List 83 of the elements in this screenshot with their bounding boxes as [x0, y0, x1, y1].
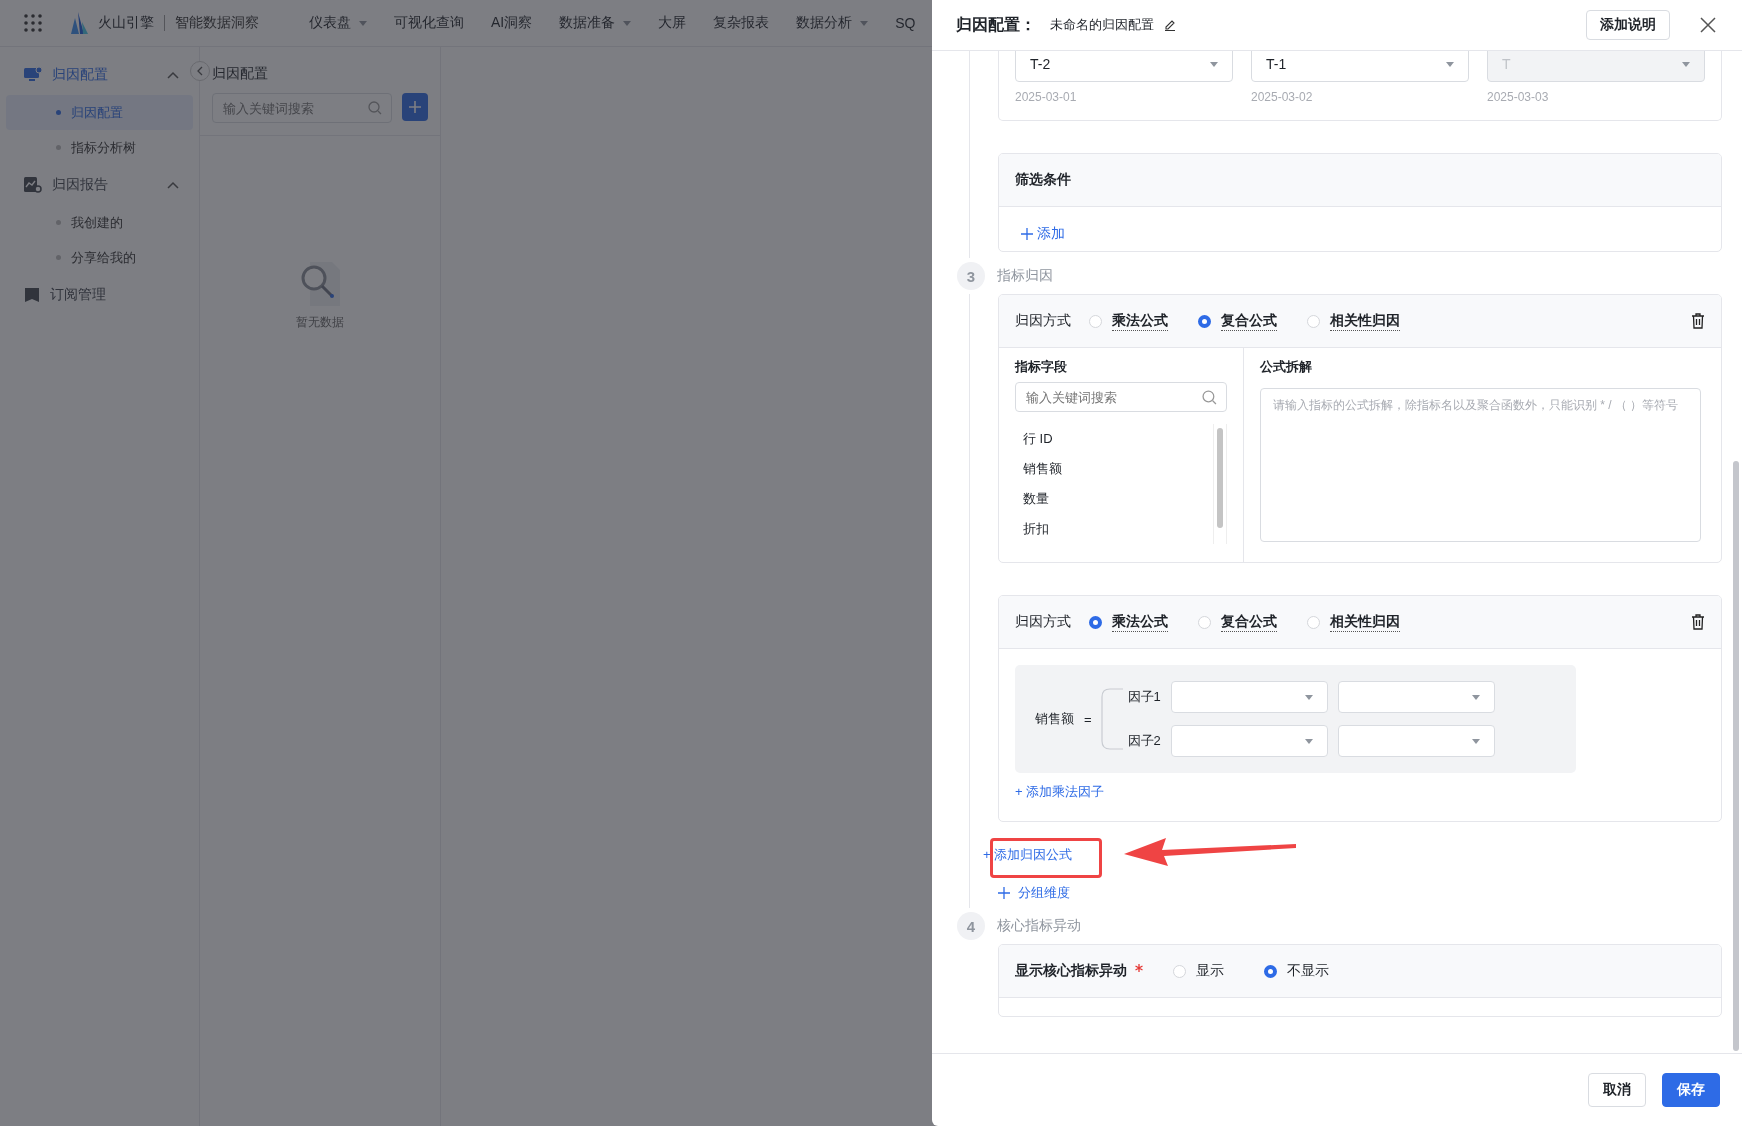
step-number: 4 — [957, 912, 985, 940]
delete-icon[interactable] — [1691, 313, 1705, 329]
chart-document-icon — [24, 177, 42, 193]
group-dimension-link[interactable]: 分组维度 — [998, 884, 1070, 902]
product-name: 智能数据洞察 — [175, 14, 259, 32]
nav-menu-item[interactable]: AI洞察 — [491, 14, 533, 32]
bookmark-icon — [24, 287, 40, 303]
factor-select[interactable] — [1170, 725, 1328, 757]
factor-select[interactable] — [1170, 681, 1328, 713]
step-number: 3 — [957, 262, 985, 290]
close-icon[interactable] — [1700, 17, 1716, 33]
add-factor-link[interactable]: + 添加乘法因子 — [1015, 783, 1105, 801]
save-button[interactable]: 保存 — [1662, 1073, 1720, 1107]
logo-icon — [68, 12, 88, 34]
delete-icon[interactable] — [1691, 614, 1705, 630]
add-button[interactable] — [402, 93, 428, 121]
metric-name: 销售额 — [1035, 710, 1074, 728]
period-date: 2025-03-02 — [1251, 90, 1314, 104]
nav-menu-item[interactable]: 仪表盘 — [309, 14, 367, 32]
add-filter-link[interactable]: 添加 — [1021, 225, 1065, 243]
plus-icon — [998, 887, 1010, 899]
anomaly-radio[interactable]: 不显示 — [1264, 962, 1329, 980]
field-list-item[interactable]: 数量 — [1023, 484, 1213, 514]
cancel-button[interactable]: 取消 — [1588, 1073, 1646, 1107]
monitor-icon — [24, 67, 42, 83]
method-radio[interactable]: 复合公式 — [1198, 311, 1277, 331]
edit-icon[interactable] — [1164, 19, 1176, 31]
nav-menu-item[interactable]: SQ — [895, 14, 916, 32]
section-title: 筛选条件 — [1015, 171, 1071, 189]
search-icon — [1202, 390, 1217, 405]
chevron-icon — [167, 71, 179, 79]
field-label: 指标字段 — [1015, 358, 1068, 376]
method-radio[interactable]: 乘法公式 — [1089, 311, 1168, 331]
step-title: 核心指标异动 — [997, 917, 1081, 935]
field-list-item[interactable]: 行 ID — [1023, 424, 1213, 454]
factor-select[interactable] — [1337, 681, 1495, 713]
step-title: 指标归因 — [997, 267, 1053, 285]
add-formula-link[interactable]: + 添加归因公式 — [983, 846, 1073, 864]
field-label: 归因方式 — [1015, 613, 1071, 631]
nav-menu-item[interactable]: 数据准备 — [559, 14, 632, 32]
field-list-item[interactable]: 销售额 — [1023, 454, 1213, 484]
factor-select[interactable] — [1337, 725, 1495, 757]
sidebar-item[interactable]: 指标分析树 — [6, 130, 193, 165]
search-field[interactable]: 输入关键词搜索 — [1015, 382, 1227, 412]
sidebar-item[interactable]: 我创建的 — [6, 205, 193, 240]
search-icon — [368, 101, 382, 115]
nav-menu-item[interactable]: 大屏 — [658, 14, 687, 32]
method-radio[interactable]: 乘法公式 — [1089, 612, 1168, 632]
plus-icon — [408, 100, 422, 114]
nav-menu-item[interactable]: 数据分析 — [796, 14, 869, 32]
chevron-icon — [167, 181, 179, 189]
scrollbar-thumb[interactable] — [1217, 428, 1223, 528]
scrollbar-thumb[interactable] — [1733, 461, 1739, 1051]
plus-icon — [1021, 228, 1033, 240]
drawer-title: 归因配置： — [956, 14, 1036, 35]
factor-label: 因子1 — [1127, 688, 1161, 706]
sidebar-group[interactable]: 订阅管理 — [6, 275, 193, 315]
formula-input[interactable]: 请输入指标的公式拆解，除指标名以及聚合函数外，只能识别 * / （ ）等符号 — [1260, 388, 1701, 542]
sidebar-group[interactable]: 归因报告 — [6, 165, 193, 205]
nav-menu-item[interactable]: 复杂报表 — [713, 14, 770, 32]
method-radio[interactable]: 相关性归因 — [1307, 311, 1400, 331]
add-note-button[interactable]: 添加说明 — [1586, 10, 1670, 40]
field-label: 公式拆解 — [1260, 358, 1313, 376]
equals-sign: = — [1084, 711, 1092, 727]
factor-label: 因子2 — [1127, 732, 1161, 750]
field-label: 归因方式 — [1015, 312, 1071, 330]
period-date: 2025-03-03 — [1487, 90, 1550, 104]
panel-title: 归因配置 — [211, 64, 269, 83]
method-radio[interactable]: 复合公式 — [1198, 612, 1277, 632]
period-select[interactable]: T-1 — [1251, 51, 1469, 82]
period-select[interactable]: T-2 — [1015, 51, 1233, 82]
period-date: 2025-03-01 — [1015, 90, 1078, 104]
field-label: 显示核心指标异动 — [1015, 962, 1127, 980]
collapse-button[interactable] — [190, 61, 210, 81]
method-radio[interactable]: 相关性归因 — [1307, 612, 1400, 632]
anomaly-radio[interactable]: 显示 — [1173, 962, 1224, 980]
sidebar-item[interactable]: 分享给我的 — [6, 240, 193, 275]
brand-name: 火山引擎 — [98, 14, 154, 32]
nav-menu-item[interactable]: 可视化查询 — [394, 14, 464, 32]
chevron-icon — [196, 66, 204, 76]
config-name: 未命名的归因配置 — [1050, 16, 1154, 34]
field-list-item[interactable]: 折扣 — [1023, 514, 1213, 544]
apps-grid-icon[interactable] — [24, 14, 42, 32]
